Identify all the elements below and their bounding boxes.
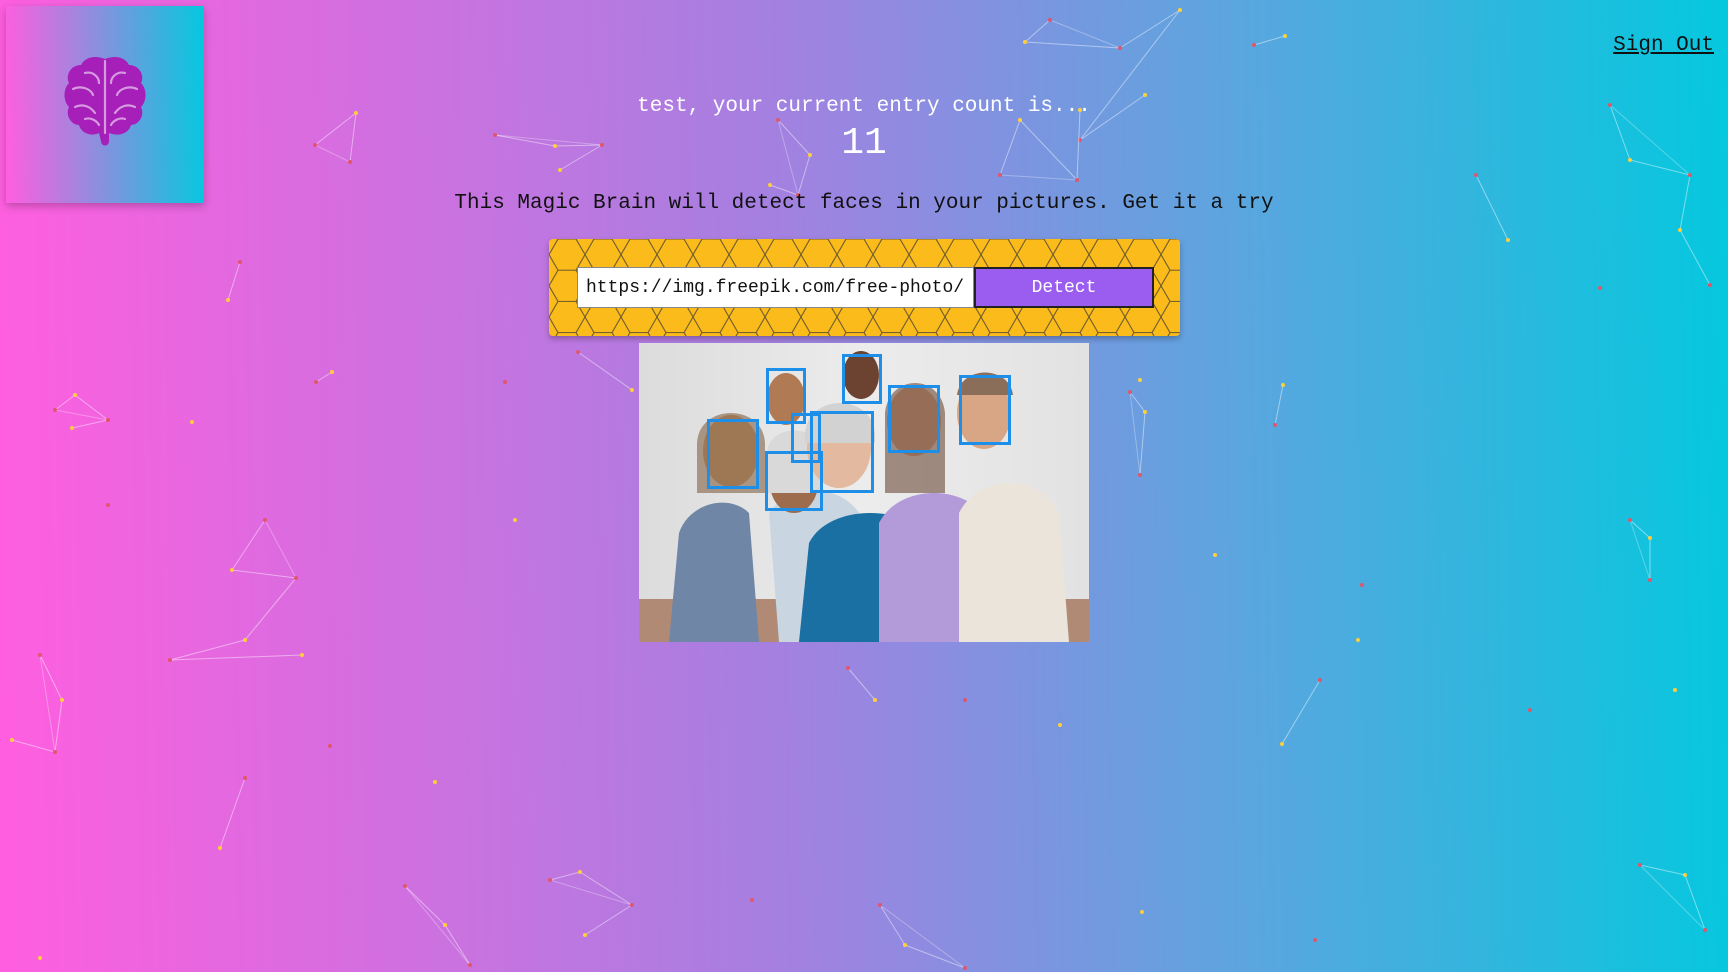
image-link-form: Detect [549, 239, 1180, 336]
image-url-input[interactable] [577, 267, 974, 308]
face-box [842, 354, 882, 404]
sign-out-link[interactable]: Sign Out [1613, 34, 1714, 57]
face-box [888, 385, 940, 453]
face-box [791, 413, 821, 463]
entry-count-value: 11 [841, 122, 887, 165]
face-box [959, 375, 1011, 445]
detect-button[interactable]: Detect [974, 267, 1154, 308]
page-tagline: This Magic Brain will detect faces in yo… [454, 192, 1274, 215]
face-box [707, 419, 759, 489]
entry-count-greeting: test, your current entry count is... [637, 95, 1091, 118]
face-detection-result [639, 343, 1089, 642]
